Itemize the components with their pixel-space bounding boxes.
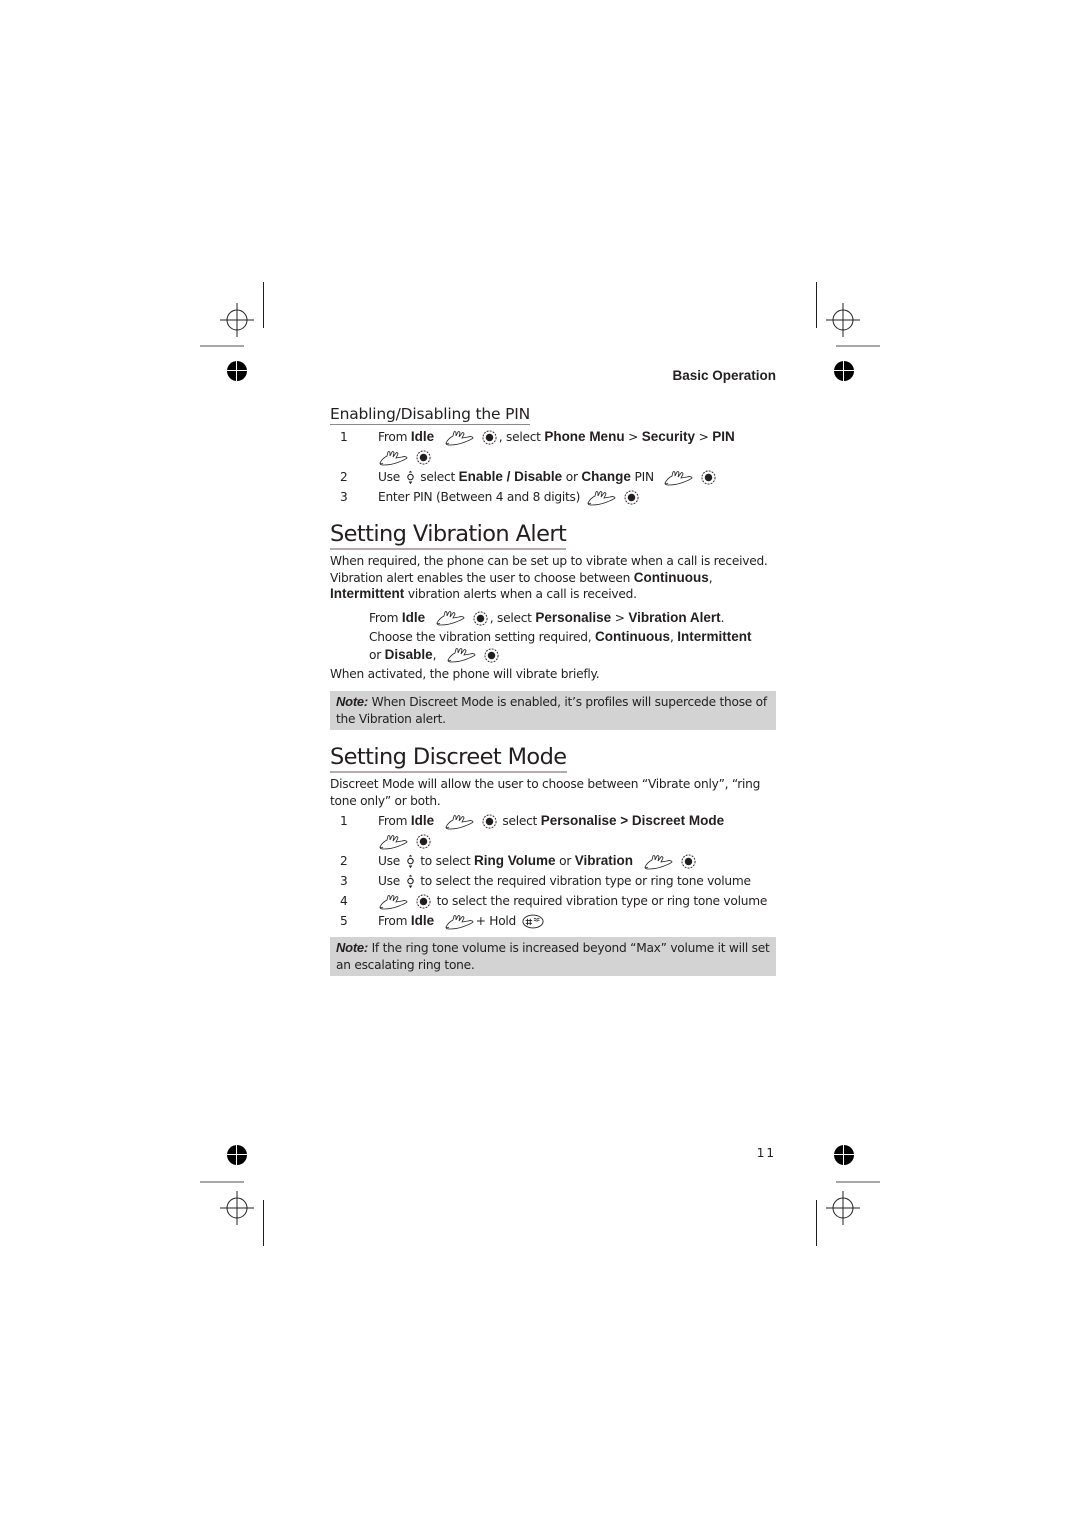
registration-target-icon: [826, 303, 860, 337]
ok-select-key-icon: [484, 648, 499, 663]
discreet-note: Note: If the ring tone volume is increas…: [330, 937, 776, 976]
soft-key-hand-icon: [586, 490, 618, 506]
discreet-intro: Discreet Mode will allow the user to cho…: [330, 777, 761, 808]
crop-line: [263, 1200, 264, 1246]
pin-section-title: Enabling/Disabling the PIN: [330, 405, 530, 425]
navigation-key-icon: [406, 470, 415, 485]
ok-select-key-icon: [681, 854, 696, 869]
step-number: 4: [340, 894, 348, 908]
note-label: Note:: [336, 940, 368, 955]
crop-line: [816, 282, 817, 328]
registration-dot-icon: [227, 361, 247, 381]
discreet-steps: 1 From Idle select Personalise > Discree…: [330, 811, 776, 931]
registration-target-icon: [826, 1191, 860, 1225]
discreet-step-5: 5 From Idle + Hold: [330, 911, 776, 931]
pin-section: Enabling/Disabling the PIN 1 From Idle ,…: [330, 404, 776, 507]
vibration-section: Setting Vibration Alert When required, t…: [330, 521, 776, 730]
crop-line: [200, 345, 244, 347]
discreet-section: Setting Discreet Mode Discreet Mode will…: [330, 744, 776, 976]
step-number: 2: [340, 470, 348, 484]
registration-dot-icon: [834, 1145, 854, 1165]
menu-path-security: Security: [641, 429, 696, 444]
crop-line: [836, 345, 880, 347]
soft-key-hand-icon: [663, 470, 695, 486]
idle-label: Idle: [410, 429, 435, 444]
vibration-section-title: Setting Vibration Alert: [330, 521, 567, 550]
page-content: Enabling/Disabling the PIN 1 From Idle ,…: [330, 400, 776, 976]
ok-select-key-icon: [416, 894, 431, 909]
option-enable-disable: Enable / Disable: [458, 469, 563, 484]
soft-key-hand-icon: [378, 894, 410, 910]
pin-steps: 1 From Idle , select Phone Menu > Securi…: [330, 427, 776, 507]
step-number: 3: [340, 490, 348, 504]
crop-line: [263, 282, 264, 328]
crop-line: [836, 1181, 880, 1183]
menu-path-pin: PIN: [712, 429, 735, 444]
ok-select-key-icon: [701, 470, 716, 485]
ok-select-key-icon: [416, 834, 431, 849]
pin-step-1: 1 From Idle , select Phone Menu > Securi…: [330, 427, 776, 467]
discreet-step-3: 3 Use to select the required vibration t…: [330, 871, 776, 891]
navigation-key-icon: [406, 874, 415, 889]
registration-target-icon: [220, 1191, 254, 1225]
pin-step-2: 2 Use select Enable / Disable or Change …: [330, 467, 776, 487]
hash-key-icon: [522, 914, 544, 929]
running-head: Basic Operation: [672, 368, 776, 383]
discreet-step-4: 4 to select the required vibration type …: [330, 891, 776, 911]
page-number: 11: [756, 1146, 776, 1160]
step-number: 2: [340, 854, 348, 868]
vibration-intro: When required, the phone can be set up t…: [330, 554, 768, 601]
soft-key-hand-icon: [444, 430, 476, 446]
ok-select-key-icon: [482, 430, 497, 445]
registration-target-icon: [220, 303, 254, 337]
vibration-note: Note: When Discreet Mode is enabled, it’…: [330, 691, 776, 730]
vibration-instruction-2: Choose the vibration setting required, C…: [369, 628, 752, 663]
crop-line: [200, 1181, 244, 1183]
registration-dot-icon: [227, 1145, 247, 1165]
pin-step-3: 3 Enter PIN (Between 4 and 8 digits): [330, 487, 776, 507]
soft-key-hand-icon: [378, 450, 410, 466]
registration-dot-icon: [834, 361, 854, 381]
soft-key-hand-icon: [435, 610, 467, 626]
soft-key-hand-icon: [446, 647, 478, 663]
soft-key-hand-icon: [643, 854, 675, 870]
discreet-section-title: Setting Discreet Mode: [330, 744, 567, 773]
option-change: Change: [581, 469, 631, 484]
discreet-step-2: 2 Use to select Ring Volume or Vibration: [330, 851, 776, 871]
crop-line: [816, 1200, 817, 1246]
menu-path-phone-menu: Phone Menu: [544, 429, 625, 444]
step-number: 1: [340, 430, 348, 444]
ok-select-key-icon: [473, 611, 488, 626]
step-number: 3: [340, 874, 348, 888]
ok-select-key-icon: [624, 490, 639, 505]
vibration-instruction-1: From Idle , select Personalise > Vibrati…: [369, 609, 725, 626]
note-label: Note:: [336, 694, 368, 709]
step-number: 1: [340, 814, 348, 828]
soft-key-hand-icon: [444, 914, 476, 930]
navigation-key-icon: [406, 854, 415, 869]
step-number: 5: [340, 914, 348, 928]
vibration-after-text: When activated, the phone will vibrate b…: [330, 666, 600, 681]
ok-select-key-icon: [416, 450, 431, 465]
soft-key-hand-icon: [444, 814, 476, 830]
ok-select-key-icon: [482, 814, 497, 829]
soft-key-hand-icon: [378, 834, 410, 850]
discreet-step-1: 1 From Idle select Personalise > Discree…: [330, 811, 776, 851]
